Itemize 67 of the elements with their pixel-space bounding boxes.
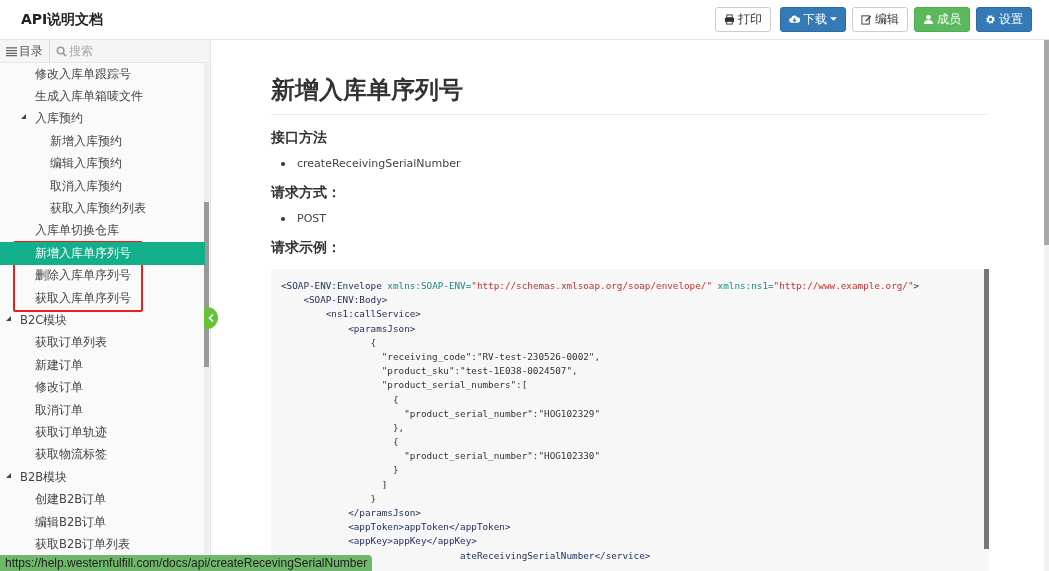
- code-line: <appToken>appToken</appToken>: [347, 520, 512, 535]
- code-line: <SOAP-ENV:Envelope xmlns:SOAP-ENV="http://schemas.xmlsoap.org/soap/envelope/" xmlns:ns1="http://www.example.org/">: [281, 279, 921, 293]
- tree-item[interactable]: 入库预约: [0, 107, 205, 131]
- toolbar-button[interactable]: 设置: [976, 7, 1032, 32]
- code-line: }: [369, 491, 378, 506]
- collapse-handle[interactable]: [204, 307, 218, 329]
- section-heading: 接口方法: [271, 129, 328, 147]
- code-line: ateReceivingSerialNumber</service>: [459, 548, 652, 563]
- tree-item[interactable]: 编辑B2B订单: [0, 510, 205, 534]
- sidebar-tab[interactable]: 目录: [0, 40, 49, 62]
- tree-item[interactable]: 生成入库单箱唛文件: [0, 85, 205, 108]
- code-line: "receiving_code":"RV-test-230526-0002",: [380, 349, 602, 364]
- tree-item[interactable]: 获取入库单序列号: [0, 286, 205, 310]
- tree-item[interactable]: 修改入库单跟踪号: [0, 63, 205, 86]
- menu-icon: [6, 45, 17, 57]
- tree-item[interactable]: 取消入库预约: [0, 174, 205, 198]
- scrollbar-thumb[interactable]: [1044, 40, 1049, 245]
- settings-icon: [985, 14, 996, 25]
- search-icon: [56, 45, 67, 57]
- user-icon: [923, 14, 934, 25]
- tree-item[interactable]: 删除入库单序列号: [0, 264, 205, 287]
- tree-item[interactable]: 获取入库预约列表: [0, 197, 205, 220]
- code-line: <SOAP-ENV:Body>: [302, 293, 389, 308]
- code-line: <paramsJson>: [347, 321, 417, 336]
- code-line: "product_sku":"test-1E038-0024507",: [380, 364, 579, 379]
- toolbar-button[interactable]: 打印: [715, 7, 771, 32]
- tree-item[interactable]: 创建B2B订单: [0, 488, 205, 511]
- code-line: },: [391, 420, 406, 435]
- section-heading: 请求方式：: [271, 184, 342, 202]
- bullet-icon: [281, 216, 285, 221]
- tree-item[interactable]: B2C模块: [0, 309, 205, 332]
- page-title: 新增入库单序列号: [271, 74, 989, 115]
- section-heading: 请求示例：: [271, 239, 342, 257]
- tree-item[interactable]: 获取订单列表: [0, 331, 205, 355]
- tree-item[interactable]: 获取B2B订单列表: [0, 533, 205, 556]
- code-line: "product_serial_numbers":[: [380, 378, 529, 393]
- tree-item[interactable]: 获取订单轨迹: [0, 421, 205, 444]
- toolbar-button[interactable]: 编辑: [852, 7, 908, 32]
- code-line: <ns1:callService>: [324, 307, 422, 322]
- tree-item[interactable]: 新建订单: [0, 354, 205, 377]
- tree-item[interactable]: 取消订单: [0, 398, 205, 422]
- code-line: "product_serial_number":"HOG102330": [403, 449, 602, 464]
- cloud-download-icon: [789, 14, 800, 25]
- scrollbar-thumb[interactable]: [984, 269, 989, 549]
- code-line: </paramsJson>: [347, 506, 422, 520]
- code-line: "product_serial_number":"HOG102329": [403, 406, 602, 421]
- code-line: <appKey>appKey</appKey>: [347, 534, 478, 549]
- tree-item[interactable]: 编辑入库预约: [0, 152, 205, 175]
- tree-item[interactable]: 修改订单: [0, 376, 205, 399]
- printer-icon: [724, 14, 735, 25]
- tree-item[interactable]: 入库单切换仓库: [0, 219, 205, 243]
- code-line: }: [391, 463, 400, 478]
- tree-item[interactable]: B2B模块: [0, 466, 205, 489]
- code-line: {: [391, 435, 400, 450]
- app-title: API说明文档: [21, 10, 104, 29]
- bullet-icon: [281, 161, 285, 166]
- tree-item[interactable]: 新增入库预约: [0, 130, 205, 153]
- tree-item[interactable]: 获取物流标签: [0, 443, 205, 467]
- list-text: POST: [297, 212, 326, 225]
- list-text: createReceivingSerialNumber: [297, 157, 461, 170]
- code-line: ]: [380, 477, 389, 492]
- edit-icon: [861, 14, 872, 25]
- toolbar-button[interactable]: 下载: [780, 7, 846, 32]
- status-bar-url: https://help.westernfulfill.com/docs/api/createRecevingSerialNumber: [0, 555, 373, 571]
- code-line: {: [391, 392, 400, 407]
- code-line: {: [369, 335, 378, 350]
- chevron-left-icon: [208, 314, 214, 322]
